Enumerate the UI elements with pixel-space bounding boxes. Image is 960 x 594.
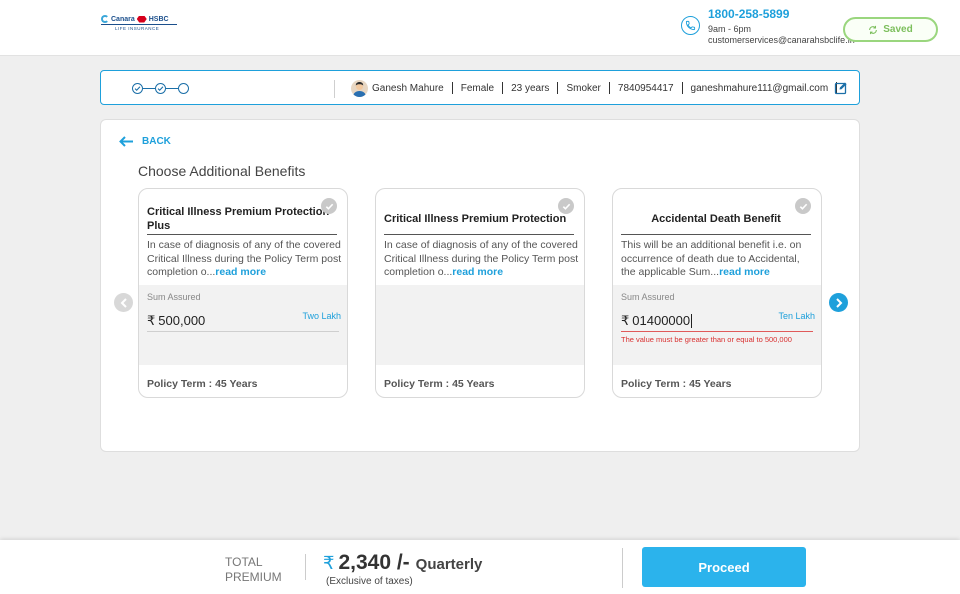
card-description: In case of diagnosis of any of the cover… bbox=[384, 239, 580, 280]
text-cursor bbox=[691, 313, 693, 328]
sum-assured-section: Sum Assured ₹ 01400000 Ten Lakh The valu… bbox=[613, 285, 821, 365]
avatar bbox=[351, 80, 368, 97]
divider bbox=[681, 82, 683, 94]
sum-in-words: Two Lakh bbox=[302, 311, 341, 321]
policy-term: Policy Term : 45 Years bbox=[147, 378, 258, 390]
step-1-complete-icon bbox=[132, 83, 143, 94]
back-label: BACK bbox=[142, 136, 171, 147]
divider bbox=[502, 82, 504, 94]
page-title: Choose Additional Benefits bbox=[138, 163, 306, 179]
step-connector bbox=[143, 87, 155, 90]
sum-assured-label: Sum Assured bbox=[147, 292, 201, 302]
checkmark-icon[interactable] bbox=[795, 198, 811, 214]
premium-value: 2,340 /- bbox=[338, 551, 410, 574]
rupee-icon: ₹ bbox=[621, 312, 630, 328]
user-gender: Female bbox=[460, 82, 495, 94]
premium-amount: ₹ 2,340 /- Quarterly bbox=[323, 551, 482, 575]
read-more-link[interactable]: read more bbox=[719, 266, 770, 278]
benefits-panel: BACK Choose Additional Benefits Critical… bbox=[100, 119, 860, 452]
user-smoker-status: Smoker bbox=[566, 82, 601, 94]
contact-hours: 9am - 6pm bbox=[708, 24, 752, 34]
refresh-icon bbox=[869, 25, 878, 34]
benefit-card-ci-plus[interactable]: Critical Illness Premium Protection Plus… bbox=[138, 188, 348, 398]
step-2-complete-icon bbox=[155, 83, 166, 94]
logo-brand: Canara bbox=[111, 15, 135, 23]
sum-assured-value: 500,000 bbox=[158, 313, 206, 328]
divider bbox=[451, 82, 453, 94]
user-phone: 7840954417 bbox=[617, 82, 674, 94]
premium-footer: TOTAL PREMIUM ₹ 2,340 /- Quarterly (Excl… bbox=[0, 540, 960, 594]
contact-email[interactable]: customerservices@canarahsbclife.in bbox=[708, 35, 855, 45]
total-label-line2: PREMIUM bbox=[225, 570, 282, 584]
logo-partner: HSBC bbox=[148, 15, 169, 23]
user-name: Ganesh Mahure bbox=[372, 82, 444, 94]
checkmark-icon[interactable] bbox=[321, 198, 337, 214]
card-title: Accidental Death Benefit bbox=[621, 203, 811, 235]
chevron-right-icon bbox=[835, 297, 842, 308]
chevron-left-icon bbox=[120, 297, 127, 308]
rupee-icon: ₹ bbox=[147, 312, 156, 328]
logo-tagline: LIFE INSURANCE bbox=[101, 24, 177, 31]
proceed-button[interactable]: Proceed bbox=[642, 547, 806, 587]
premium-frequency: Quarterly bbox=[415, 556, 483, 573]
card-title: Critical Illness Premium Protection Plus bbox=[147, 203, 337, 235]
validation-error: The value must be greater than or equal … bbox=[621, 335, 792, 344]
progress-steps bbox=[132, 83, 189, 94]
total-premium-label: TOTAL PREMIUM bbox=[225, 555, 285, 585]
contact-phone[interactable]: 1800-258-5899 bbox=[708, 7, 789, 21]
card-description: This will be an additional benefit i.e. … bbox=[621, 239, 817, 280]
top-header: Canara HSBC LIFE INSURANCE 1800-258-5899… bbox=[0, 0, 960, 56]
benefit-card-ci[interactable]: Critical Illness Premium Protection In c… bbox=[375, 188, 585, 398]
sum-assured-section bbox=[376, 285, 584, 365]
card-title: Critical Illness Premium Protection bbox=[384, 203, 574, 235]
step-connector bbox=[166, 87, 178, 90]
read-more-link[interactable]: read more bbox=[215, 266, 266, 278]
divider bbox=[622, 548, 623, 588]
saved-label: Saved bbox=[883, 24, 913, 35]
total-label-line1: TOTAL bbox=[225, 555, 263, 569]
policy-term: Policy Term : 45 Years bbox=[384, 378, 495, 390]
phone-icon bbox=[681, 16, 700, 35]
benefit-card-accidental-death[interactable]: Accidental Death Benefit This will be an… bbox=[612, 188, 822, 398]
sum-in-words: Ten Lakh bbox=[778, 311, 815, 321]
divider bbox=[557, 82, 559, 94]
sum-assured-label: Sum Assured bbox=[621, 292, 675, 302]
canara-hsbc-logo: Canara HSBC LIFE INSURANCE bbox=[101, 15, 177, 41]
card-description: In case of diagnosis of any of the cover… bbox=[147, 239, 343, 280]
step-3-current-icon bbox=[178, 83, 189, 94]
customer-info-bar: Ganesh Mahure Female 23 years Smoker 784… bbox=[100, 70, 860, 105]
divider bbox=[608, 82, 610, 94]
rupee-icon: ₹ bbox=[323, 553, 335, 573]
read-more-link[interactable]: read more bbox=[452, 266, 503, 278]
edit-icon[interactable] bbox=[834, 81, 848, 95]
canara-logo-icon bbox=[101, 15, 109, 23]
carousel-next-button[interactable] bbox=[829, 293, 848, 312]
user-details: Ganesh Mahure Female 23 years Smoker 784… bbox=[372, 82, 845, 94]
policy-term: Policy Term : 45 Years bbox=[621, 378, 732, 390]
hsbc-logo-icon bbox=[136, 15, 147, 23]
tax-note: (Exclusive of taxes) bbox=[326, 576, 413, 587]
saved-status-badge: Saved bbox=[843, 17, 938, 42]
user-email: ganeshmahure111@gmail.com bbox=[690, 82, 829, 94]
user-age: 23 years bbox=[511, 82, 550, 94]
checkmark-icon[interactable] bbox=[558, 198, 574, 214]
sum-assured-value: 01400000 bbox=[632, 313, 691, 328]
sum-assured-section: Sum Assured ₹ 500,000 Two Lakh bbox=[139, 285, 347, 365]
arrow-left-icon bbox=[119, 136, 133, 147]
card-description-text: This will be an additional benefit i.e. … bbox=[621, 239, 802, 278]
back-button[interactable]: BACK bbox=[119, 136, 171, 147]
carousel-prev-button[interactable] bbox=[114, 293, 133, 312]
divider bbox=[305, 554, 306, 580]
divider bbox=[334, 80, 335, 98]
